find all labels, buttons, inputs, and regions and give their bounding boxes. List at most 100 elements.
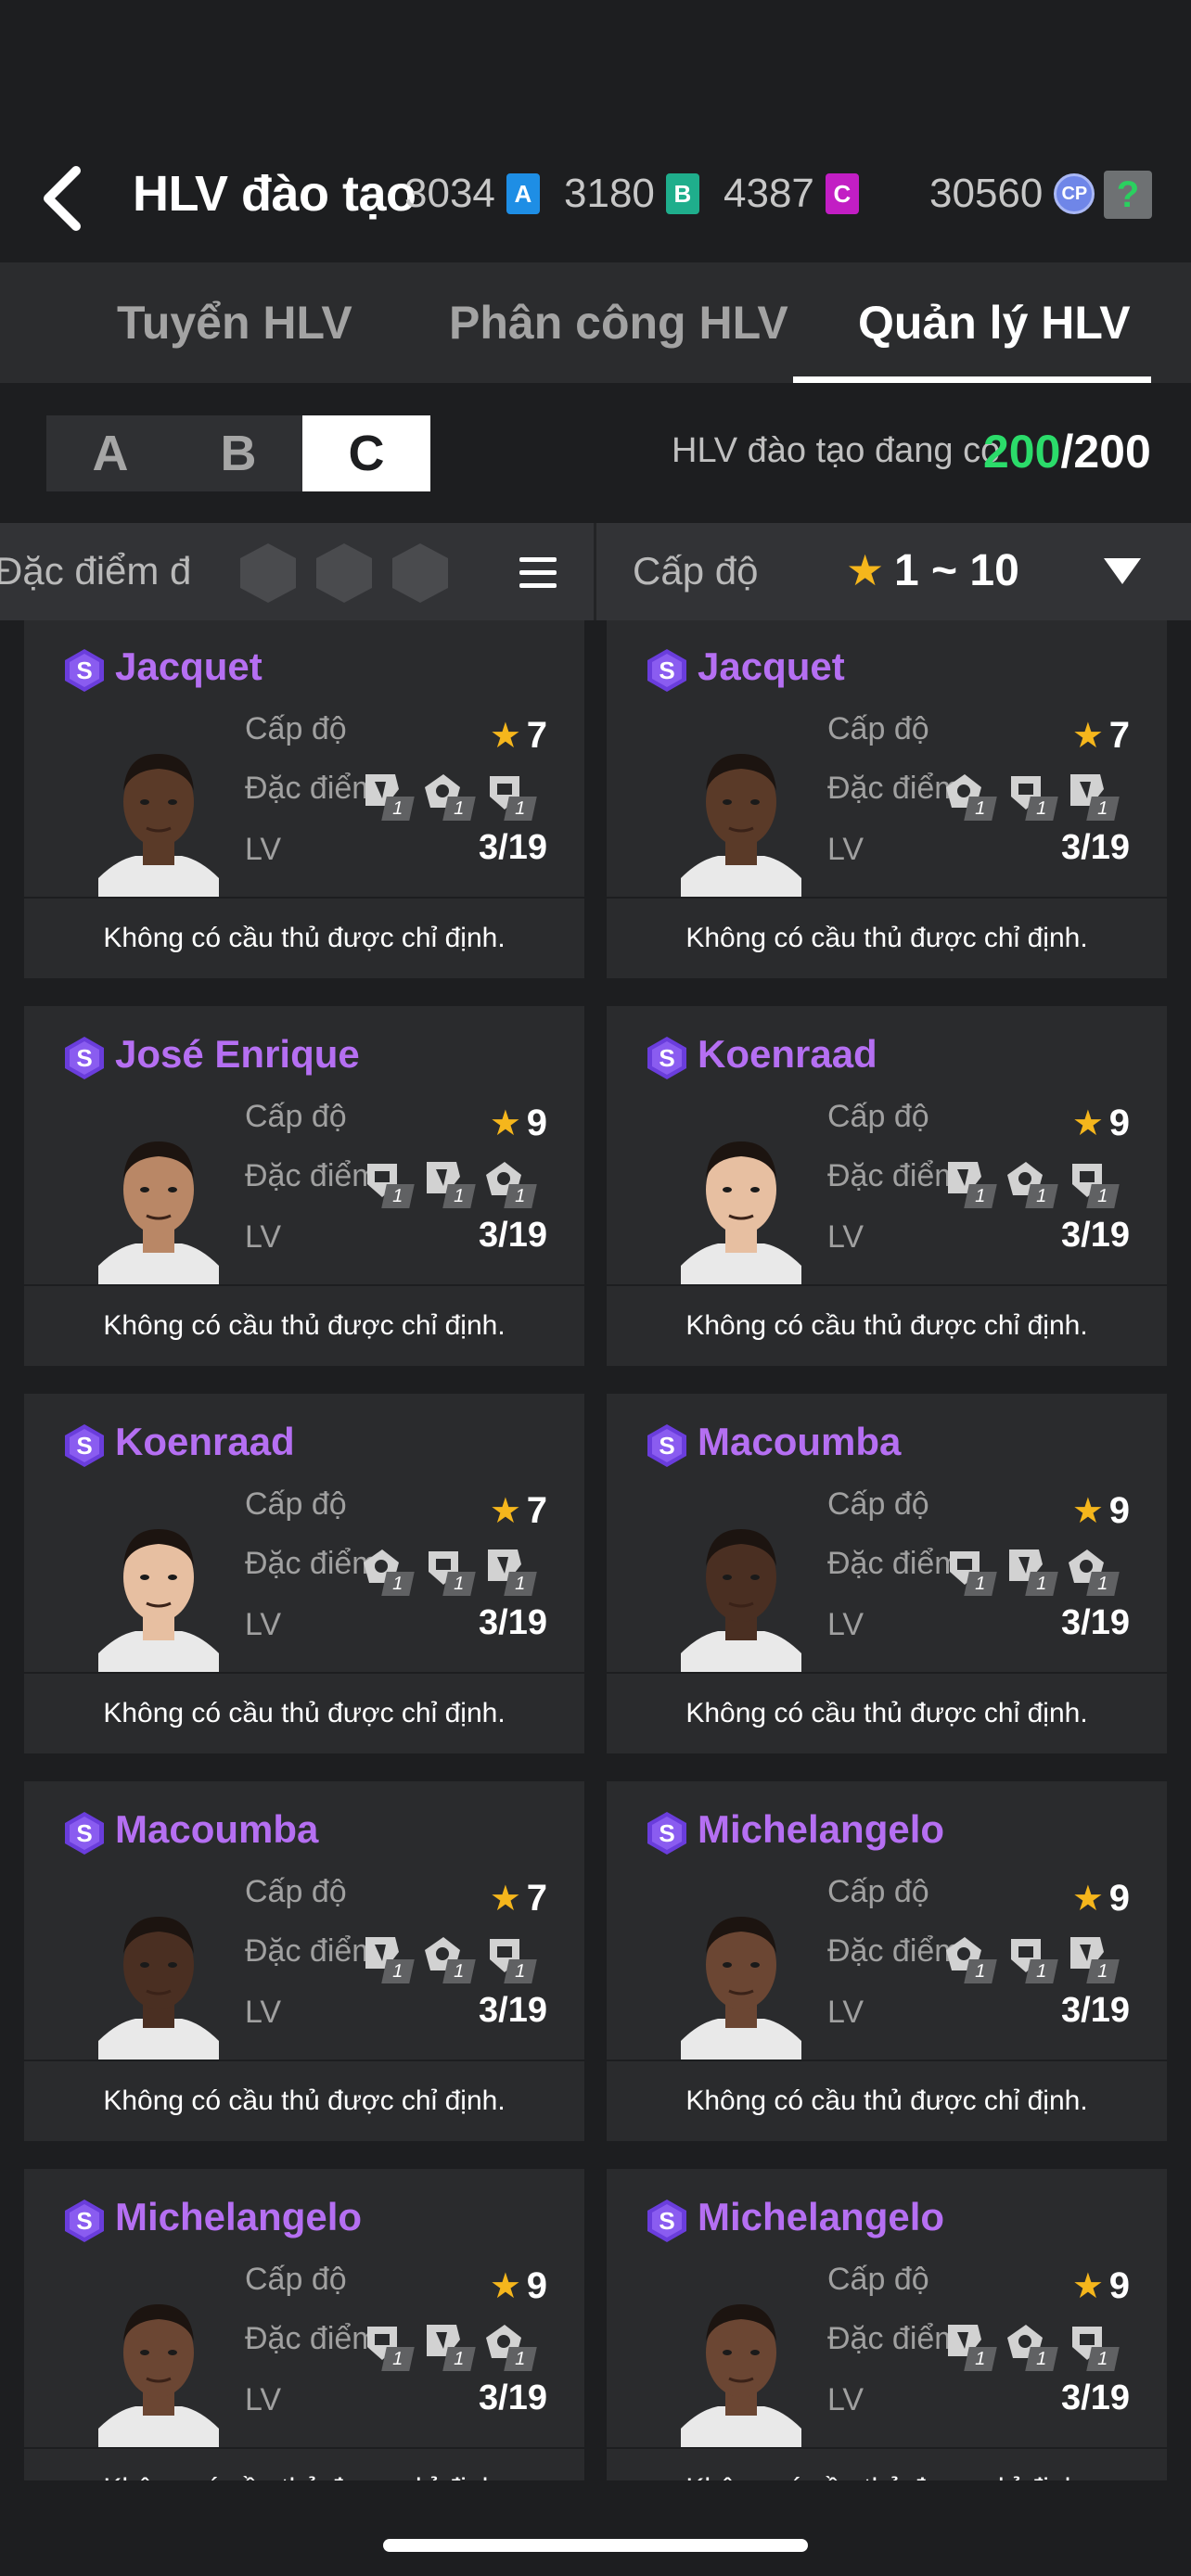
svg-text:S: S	[659, 1044, 674, 1072]
coach-card[interactable]: S Macoumba Cấp độ ★ 9 Đặc điểm 1 1 1 LV …	[607, 1394, 1167, 1753]
currency-c: 4387 C	[724, 171, 859, 217]
trait-level-badge: 1	[442, 1572, 476, 1596]
svg-text:S: S	[659, 2207, 674, 2235]
trait-icon[interactable]: 1	[480, 2319, 537, 2371]
trait-icon[interactable]: 1	[941, 1156, 997, 1208]
trait-icon[interactable]: 1	[941, 2319, 997, 2371]
grade-tab-b[interactable]: B	[174, 415, 302, 491]
grade-tab-a[interactable]: A	[46, 415, 174, 491]
assigned-player-status[interactable]: Không có cầu thủ được chỉ định.	[24, 1284, 584, 1366]
trait-icon[interactable]: 1	[480, 769, 537, 821]
trait-icon[interactable]: 1	[419, 1932, 476, 1983]
trait-icon[interactable]: 1	[419, 769, 476, 821]
trait-icon[interactable]: 1	[1063, 2319, 1120, 2371]
trait-icon[interactable]: 1	[1063, 1544, 1120, 1596]
trait-icon[interactable]: 1	[358, 1932, 415, 1983]
back-arrow-icon[interactable]	[39, 165, 87, 232]
assigned-player-status[interactable]: Không có cầu thủ được chỉ định.	[24, 2447, 584, 2480]
star-icon: ★	[1071, 1104, 1104, 1143]
trait-icon[interactable]: 1	[480, 1156, 537, 1208]
trait-icon[interactable]: 1	[1002, 1932, 1058, 1983]
coach-avatar	[681, 1917, 801, 2060]
lv-label: LV	[245, 832, 282, 867]
coach-card[interactable]: S Michelangelo Cấp độ ★ 9 Đặc điểm 1 1 1…	[24, 2169, 584, 2480]
trait-filter[interactable]: Đặc điểm đà	[0, 523, 594, 620]
coach-avatar	[98, 2304, 219, 2447]
dropdown-arrow-icon[interactable]	[1104, 558, 1141, 584]
coach-card[interactable]: S Koenraad Cấp độ ★ 9 Đặc điểm 1 1 1 LV …	[607, 1006, 1167, 1366]
coach-lv: 3/19	[1061, 828, 1130, 867]
coach-card[interactable]: S Jacquet Cấp độ ★ 7 Đặc điểm 1 1 1 LV 3…	[24, 620, 584, 978]
trait-level-badge: 1	[381, 1184, 415, 1208]
coach-card[interactable]: S Jacquet Cấp độ ★ 7 Đặc điểm 1 1 1 LV 3…	[607, 620, 1167, 978]
trait-icon[interactable]: 1	[1063, 1932, 1120, 1983]
trait-icon[interactable]: 1	[1002, 1156, 1058, 1208]
coach-avatar	[98, 1141, 219, 1284]
trait-icon[interactable]: 1	[1002, 1544, 1058, 1596]
level-label: Cấp độ	[827, 1099, 929, 1134]
assigned-player-status[interactable]: Không có cầu thủ được chỉ định.	[607, 897, 1167, 978]
menu-icon[interactable]	[519, 557, 557, 589]
trait-icon[interactable]: 1	[358, 2319, 415, 2371]
coach-name: Jacquet	[698, 644, 845, 688]
coach-card[interactable]: S Macoumba Cấp độ ★ 7 Đặc điểm 1 1 1 LV …	[24, 1781, 584, 2141]
trait-icon[interactable]: 1	[941, 1932, 997, 1983]
assigned-player-status[interactable]: Không có cầu thủ được chỉ định.	[607, 2060, 1167, 2141]
star-icon: ★	[846, 546, 885, 594]
trait-level-badge: 1	[1086, 1959, 1120, 1983]
trait-icon[interactable]: 1	[358, 769, 415, 821]
trait-icon[interactable]: 1	[419, 1156, 476, 1208]
trait-slot-hex-icon[interactable]	[237, 542, 299, 605]
assigned-player-status[interactable]: Không có cầu thủ được chỉ định.	[24, 897, 584, 978]
trait-icon[interactable]: 1	[941, 769, 997, 821]
coach-name: Michelangelo	[698, 2195, 945, 2238]
coach-count: 200/200	[983, 425, 1151, 478]
assigned-player-status[interactable]: Không có cầu thủ được chỉ định.	[24, 1672, 584, 1753]
trait-icon[interactable]: 1	[419, 2319, 476, 2371]
tab-recruit-coach[interactable]: Tuyển HLV	[117, 296, 352, 350]
level-range[interactable]: 1 ~ 10	[894, 545, 1019, 596]
trait-icon[interactable]: 1	[941, 1544, 997, 1596]
star-icon: ★	[489, 1492, 521, 1531]
trait-icon[interactable]: 1	[480, 1932, 537, 1983]
s-grade-badge-icon: S	[647, 2200, 686, 2242]
tab-manage-coach[interactable]: Quản lý HLV	[858, 296, 1131, 350]
lv-label: LV	[827, 832, 864, 867]
trait-level-badge: 1	[381, 1959, 415, 1983]
coach-card-body: S Michelangelo Cấp độ ★ 9 Đặc điểm 1 1 1…	[607, 2169, 1167, 2447]
coach-card[interactable]: S Michelangelo Cấp độ ★ 9 Đặc điểm 1 1 1…	[607, 2169, 1167, 2480]
trait-icon[interactable]: 1	[480, 1544, 537, 1596]
assigned-player-status[interactable]: Không có cầu thủ được chỉ định.	[24, 2060, 584, 2141]
s-grade-badge-icon: S	[647, 1812, 686, 1855]
assigned-player-status[interactable]: Không có cầu thủ được chỉ định.	[607, 1672, 1167, 1753]
coach-card-body: S José Enrique Cấp độ ★ 9 Đặc điểm 1 1 1…	[24, 1006, 584, 1284]
trait-icon[interactable]: 1	[358, 1156, 415, 1208]
trait-icon[interactable]: 1	[1002, 769, 1058, 821]
coach-level: 9	[1108, 1103, 1130, 1143]
trait-slot-hex-icon[interactable]	[314, 542, 375, 605]
trait-slot-hex-icon[interactable]	[390, 542, 451, 605]
coach-name: Michelangelo	[115, 2195, 363, 2238]
trait-icon[interactable]: 1	[358, 1544, 415, 1596]
trait-icon[interactable]: 1	[1063, 1156, 1120, 1208]
trait-icon[interactable]: 1	[1002, 2319, 1058, 2371]
tab-assign-coach[interactable]: Phân công HLV	[449, 296, 788, 350]
lv-label: LV	[827, 2382, 864, 2417]
coach-level: 7	[526, 1878, 547, 1919]
grade-tab-c[interactable]: C	[302, 415, 430, 491]
assigned-player-status[interactable]: Không có cầu thủ được chỉ định.	[607, 2447, 1167, 2480]
coach-card[interactable]: S José Enrique Cấp độ ★ 9 Đặc điểm 1 1 1…	[24, 1006, 584, 1366]
lv-label: LV	[245, 2382, 282, 2417]
trait-icon[interactable]: 1	[419, 1544, 476, 1596]
trait-level-badge: 1	[964, 797, 997, 821]
coach-card[interactable]: S Michelangelo Cấp độ ★ 9 Đặc điểm 1 1 1…	[607, 1781, 1167, 2141]
coach-avatar	[98, 754, 219, 897]
help-button[interactable]: ?	[1104, 171, 1152, 219]
coach-card[interactable]: S Koenraad Cấp độ ★ 7 Đặc điểm 1 1 1 LV …	[24, 1394, 584, 1753]
svg-text:S: S	[659, 657, 674, 684]
lv-label: LV	[827, 1607, 864, 1642]
trait-icon[interactable]: 1	[1063, 769, 1120, 821]
assigned-player-status[interactable]: Không có cầu thủ được chỉ định.	[607, 1284, 1167, 1366]
coach-lv: 3/19	[479, 1991, 547, 2030]
s-grade-badge-icon: S	[647, 1037, 686, 1079]
